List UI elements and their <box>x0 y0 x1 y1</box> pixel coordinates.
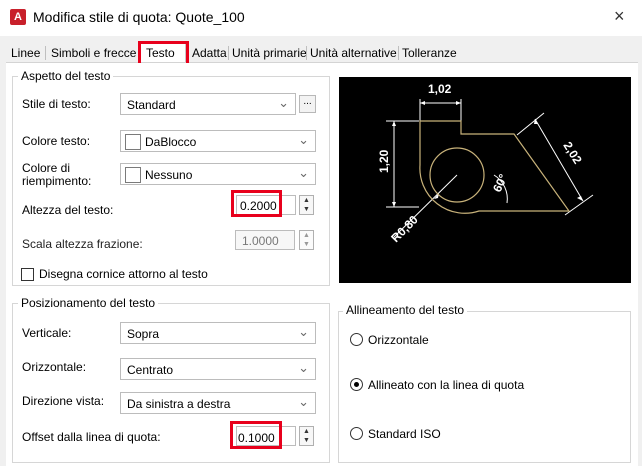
tab-tolleranze[interactable]: Tolleranze <box>399 44 460 62</box>
direzione-vista-select[interactable]: Da sinistra a destra ⌄ <box>120 392 316 414</box>
scala-altezza-value: 1.0000 <box>242 234 279 248</box>
part-outline <box>419 120 571 214</box>
offset-linea-quota-label: Offset dalla linea di quota: <box>22 430 161 444</box>
chevron-down-icon: ⌄ <box>298 324 309 339</box>
tab-adatta[interactable]: Adatta <box>189 44 230 62</box>
orizzontale-select[interactable]: Centrato ⌄ <box>120 358 316 380</box>
altezza-testo-label: Altezza del testo: <box>22 203 114 217</box>
window-title: Modifica stile di quota: Quote_100 <box>33 9 245 25</box>
dim-radius-label: R0,80 <box>388 212 421 245</box>
radio-allineato[interactable] <box>350 378 363 391</box>
tab-unita-alternative[interactable]: Unità alternative <box>307 44 400 62</box>
direzione-vista-value: Da sinistra a destra <box>127 397 231 411</box>
radio-selected-dot <box>354 382 359 387</box>
scala-altezza-input[interactable]: 1.0000 <box>235 230 295 250</box>
colore-riempimento-label-line2: riempimento: <box>22 174 92 188</box>
altezza-testo-highlight <box>231 190 282 217</box>
group-aspetto-title: Aspetto del testo <box>18 69 114 83</box>
verticale-label: Verticale: <box>22 326 72 340</box>
verticale-select[interactable]: Sopra ⌄ <box>120 322 316 344</box>
color-swatch <box>125 167 141 183</box>
dim-angle-label: 60° <box>490 172 510 195</box>
dim-top-label: 1,02 <box>428 82 452 96</box>
colore-riempimento-value: Nessuno <box>145 168 193 182</box>
chevron-down-icon: ⌄ <box>298 165 309 180</box>
radio-standard-iso-label: Standard ISO <box>368 427 441 441</box>
radio-standard-iso[interactable] <box>350 427 363 440</box>
spinner-arrows-icon[interactable]: ▲ ▼ <box>299 426 314 446</box>
chevron-down-icon: ⌄ <box>298 360 309 375</box>
colore-riempimento-label-line1: Colore di <box>22 161 71 175</box>
tab-unita-primarie[interactable]: Unità primarie <box>229 44 310 62</box>
orizzontale-label: Orizzontale: <box>22 360 87 374</box>
stile-testo-more-button[interactable]: ... <box>299 95 316 113</box>
orizzontale-value: Centrato <box>127 363 174 377</box>
dimension-lines <box>386 99 594 238</box>
preview-panel: 1,02 1,20 2,02 60° R0,80 <box>339 77 631 283</box>
radio-orizzontale[interactable] <box>350 333 363 346</box>
colore-riempimento-select[interactable]: Nessuno ⌄ <box>120 163 316 185</box>
group-allineamento-title: Allineamento del testo <box>343 303 468 317</box>
colore-testo-value: DaBlocco <box>145 135 197 149</box>
cornice-checkbox[interactable] <box>21 268 34 281</box>
scala-altezza-label: Scala altezza frazione: <box>22 237 143 251</box>
tab-simboli-e-frecce[interactable]: Simboli e frecce <box>48 44 139 62</box>
chevron-down-icon: ⌄ <box>298 132 309 147</box>
offset-highlight <box>230 421 282 449</box>
colore-testo-label: Colore testo: <box>22 134 91 148</box>
tab-linee[interactable]: Linee <box>8 44 43 62</box>
stile-testo-value: Standard <box>127 98 176 112</box>
direzione-vista-label: Direzione vista: <box>22 394 105 408</box>
radio-orizzontale-label: Orizzontale <box>368 333 429 347</box>
chevron-down-icon: ⌄ <box>278 95 289 110</box>
stile-testo-label: Stile di testo: <box>22 97 91 111</box>
group-posizionamento-title: Posizionamento del testo <box>18 296 159 310</box>
spinner-arrows-icon[interactable]: ▲ ▼ <box>299 195 314 215</box>
dimension-preview-drawing: 1,02 1,20 2,02 60° R0,80 <box>377 82 594 245</box>
verticale-value: Sopra <box>127 327 160 341</box>
close-icon[interactable]: × <box>614 6 625 27</box>
dim-left-label: 1,20 <box>377 149 391 173</box>
dim-diag-label: 2,02 <box>560 139 584 167</box>
color-swatch <box>125 134 141 150</box>
stile-testo-select[interactable]: Standard ⌄ <box>120 93 296 115</box>
cornice-label: Disegna cornice attorno al testo <box>39 267 208 281</box>
colore-testo-select[interactable]: DaBlocco ⌄ <box>120 130 316 152</box>
colore-riempimento-label: Colore di riempimento: <box>22 162 91 188</box>
tab-separator <box>45 46 46 60</box>
chevron-down-icon: ⌄ <box>298 394 309 409</box>
autocad-icon: A <box>10 9 26 25</box>
radio-allineato-label: Allineato con la linea di quota <box>368 378 525 392</box>
spinner-arrows-icon[interactable]: ▲ ▼ <box>299 230 314 250</box>
